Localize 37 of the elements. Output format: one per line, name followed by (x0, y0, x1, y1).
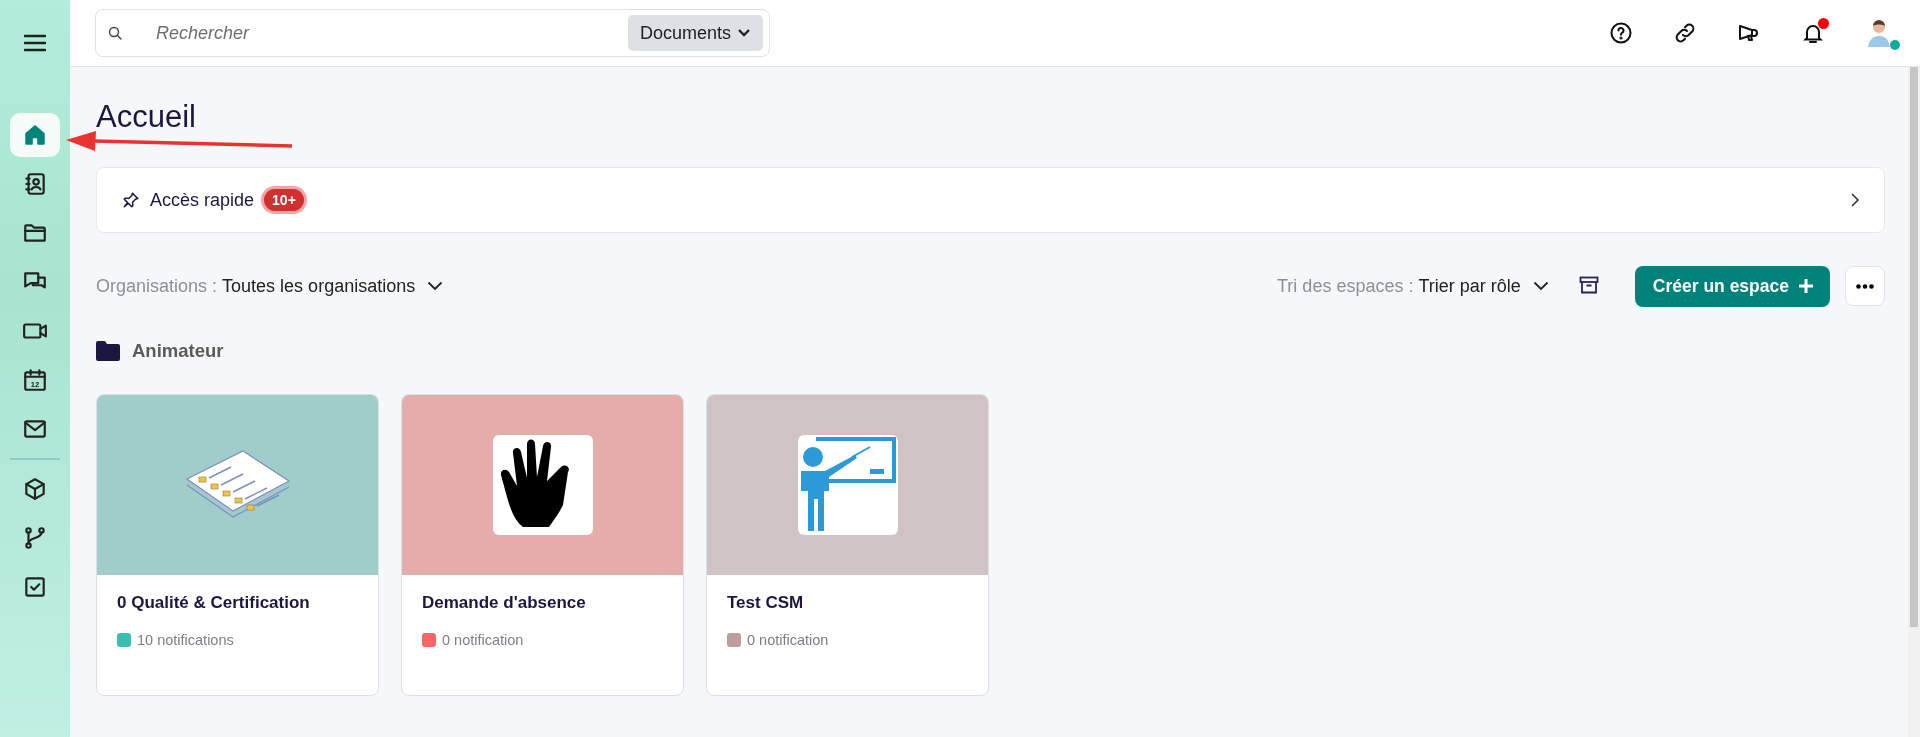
teacher-whiteboard-icon (797, 435, 898, 535)
plus-icon (1798, 278, 1814, 294)
page-title: Accueil (96, 98, 197, 136)
quick-access-bar[interactable]: Accès rapide 10+ (96, 167, 1885, 233)
group-title: Animateur (132, 340, 224, 362)
create-space-button[interactable]: Créer un espace (1634, 265, 1830, 307)
more-options-button[interactable] (1845, 266, 1885, 306)
space-title: 0 Qualité & Certification (117, 593, 311, 613)
chevron-right-icon (1850, 192, 1860, 208)
notification-count: 10 notifications (137, 632, 234, 648)
notification-count: 0 notification (442, 632, 524, 648)
space-card[interactable]: Demande d'absence 0 notification (401, 394, 684, 696)
chevron-down-icon (737, 28, 751, 38)
space-title: Demande d'absence (422, 593, 587, 613)
space-card[interactable]: 0 Qualité & Certification 10 notifications (96, 394, 379, 696)
archive-icon[interactable] (1578, 276, 1601, 296)
more-icon (1856, 283, 1874, 289)
help-icon[interactable] (1608, 20, 1634, 46)
notification-count: 0 notification (747, 632, 829, 648)
hand-icon (492, 435, 593, 535)
notification-bell-icon[interactable] (1800, 20, 1826, 46)
home-icon[interactable] (10, 113, 60, 157)
space-title: Test CSM (727, 593, 805, 613)
organisations-dropdown[interactable]: Organisations : Toutes les organisations (96, 275, 444, 297)
search-field[interactable]: Rechercher Documents (95, 9, 770, 57)
space-card[interactable]: Test CSM 0 notification (706, 394, 989, 696)
scope-dropdown[interactable]: Documents (627, 15, 763, 51)
search-icon (108, 26, 122, 40)
chevron-down-icon (427, 281, 444, 291)
chevron-down-icon (1532, 281, 1549, 291)
count-badge: 10+ (264, 189, 304, 211)
pin-icon (122, 191, 140, 209)
quick-access-label: Accès rapide (150, 189, 255, 211)
folder-icon (96, 341, 120, 361)
sort-dropdown[interactable]: Tri des espaces : Trier par rôle (1277, 275, 1549, 297)
scrollbar[interactable] (1908, 67, 1920, 737)
menu-icon[interactable] (22, 32, 48, 54)
